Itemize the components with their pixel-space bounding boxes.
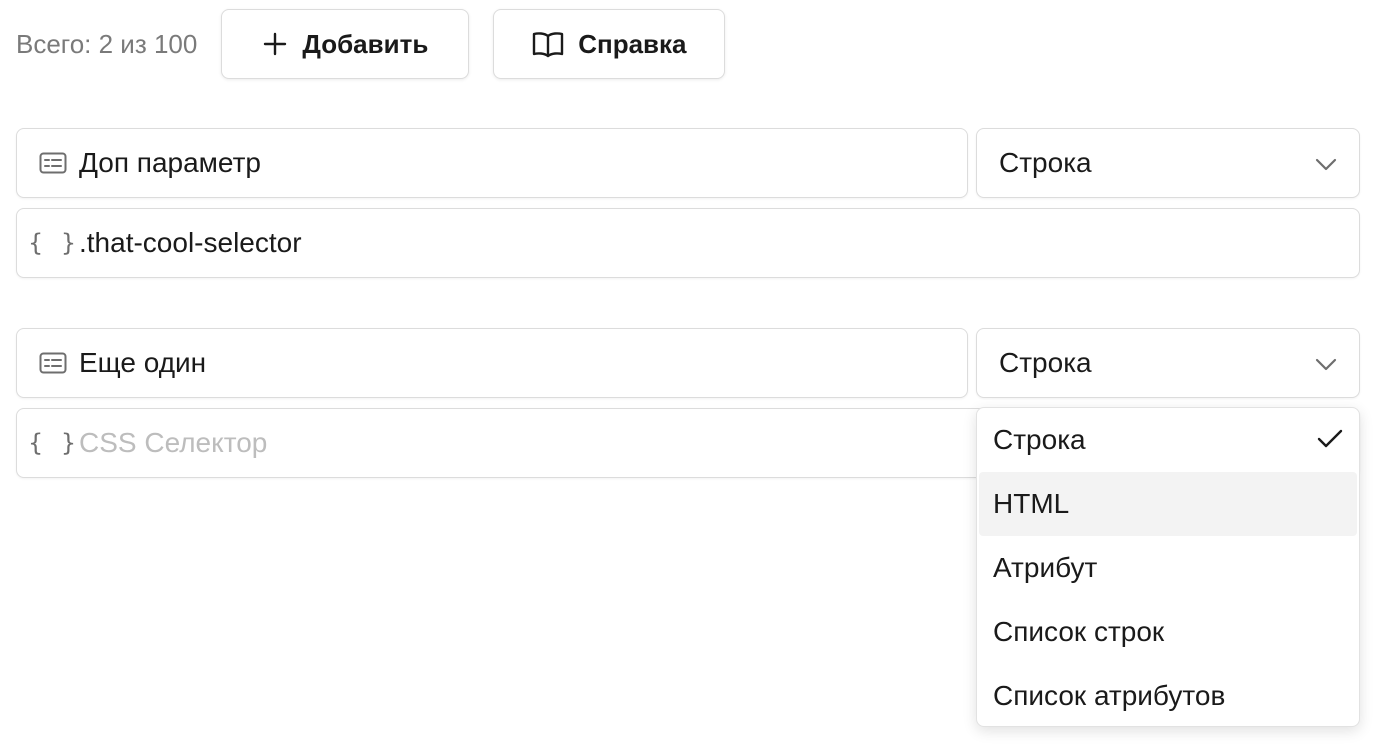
param-name-input[interactable]: Доп параметр	[16, 128, 968, 198]
card-text-icon	[35, 152, 71, 174]
card-text-icon	[35, 352, 71, 374]
add-button[interactable]: Добавить	[221, 9, 470, 79]
total-count: Всего: 2 из 100	[16, 28, 198, 59]
dropdown-option-attribute[interactable]: Атрибут	[977, 536, 1359, 600]
dropdown-option-html[interactable]: HTML	[979, 472, 1357, 536]
param-name-value: Доп параметр	[79, 147, 261, 178]
chevron-down-icon	[1315, 147, 1337, 179]
braces-icon: { }	[28, 429, 78, 457]
toolbar: Всего: 2 из 100 Добавить Справка	[16, 8, 726, 80]
params-editor: Всего: 2 из 100 Добавить Справка Доп пар…	[0, 0, 1376, 744]
help-button[interactable]: Справка	[493, 9, 726, 79]
plus-icon	[262, 31, 288, 57]
dropdown-option-label: Список строк	[993, 616, 1165, 647]
dropdown-option-label: Атрибут	[993, 552, 1098, 583]
param-type-value: Строка	[999, 347, 1092, 378]
param-name-value: Еще один	[79, 347, 207, 378]
help-button-label: Справка	[578, 28, 687, 59]
braces-icon: { }	[28, 229, 78, 257]
dropdown-option-string[interactable]: Строка	[977, 408, 1359, 472]
type-dropdown-menu: Строка HTML Атрибут Список строк Список …	[976, 407, 1360, 727]
dropdown-option-label: Строка	[993, 424, 1086, 455]
add-button-label: Добавить	[302, 28, 429, 59]
param-type-select[interactable]: Строка	[976, 328, 1360, 398]
param-type-select[interactable]: Строка	[976, 128, 1360, 198]
book-icon	[532, 30, 564, 58]
dropdown-option-string-list[interactable]: Список строк	[977, 600, 1359, 664]
param-selector-input[interactable]: { } .that-cool-selector	[16, 208, 1360, 278]
check-icon	[1317, 424, 1343, 456]
dropdown-option-label: Список атрибутов	[993, 680, 1226, 711]
param-selector-value: .that-cool-selector	[79, 227, 302, 258]
dropdown-option-attribute-list[interactable]: Список атрибутов	[977, 664, 1359, 728]
dropdown-option-label: HTML	[993, 488, 1070, 519]
chevron-down-icon	[1315, 347, 1337, 379]
param-selector-placeholder: CSS Селектор	[79, 427, 268, 458]
param-type-value: Строка	[999, 147, 1092, 178]
param-name-input[interactable]: Еще один	[16, 328, 968, 398]
